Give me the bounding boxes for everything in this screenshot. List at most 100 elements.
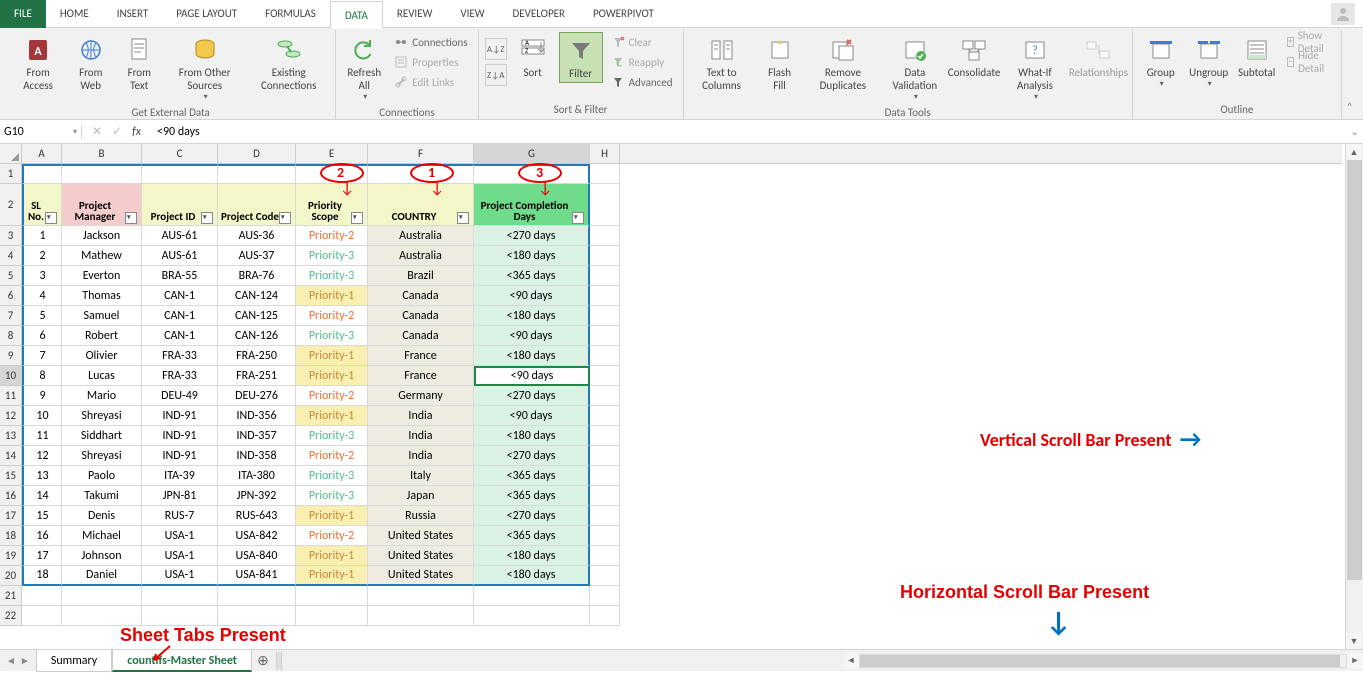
row-header[interactable]: 19	[0, 546, 22, 566]
cell[interactable]: 9	[22, 386, 62, 406]
cell[interactable]: JPN-81	[142, 486, 218, 506]
properties-button[interactable]: Properties	[390, 52, 471, 72]
cell[interactable]	[22, 586, 62, 606]
flash-fill-button[interactable]: Flash Fill	[758, 32, 802, 94]
col-header-E[interactable]: E	[296, 144, 368, 163]
cell[interactable]	[368, 606, 474, 626]
cell[interactable]	[62, 164, 142, 184]
cell[interactable]: JPN-392	[218, 486, 296, 506]
cell[interactable]: Germany	[368, 386, 474, 406]
cell[interactable]: India	[368, 406, 474, 426]
cell[interactable]: United States	[368, 566, 474, 586]
cell[interactable]: USA-842	[218, 526, 296, 546]
cell[interactable]	[590, 606, 620, 626]
row-header[interactable]: 4	[0, 246, 22, 266]
cell[interactable]: Mario	[62, 386, 142, 406]
cell[interactable]	[590, 586, 620, 606]
cell[interactable]: Samuel	[62, 306, 142, 326]
row-header[interactable]: 14	[0, 446, 22, 466]
cell[interactable]: Australia	[368, 226, 474, 246]
subtotal-button[interactable]: Subtotal	[1235, 32, 1279, 81]
cell[interactable]: Priority-3	[296, 486, 368, 506]
cell[interactable]: RUS-643	[218, 506, 296, 526]
pagelayout-tab[interactable]: PAGE LAYOUT	[162, 0, 251, 28]
from-web-button[interactable]: From Web	[68, 32, 113, 94]
cell[interactable]: Priority-2	[296, 446, 368, 466]
cell[interactable]: ITA-380	[218, 466, 296, 486]
row-header[interactable]: 2	[0, 184, 22, 226]
cell[interactable]: Siddhart	[62, 426, 142, 446]
filter-dropdown-icon[interactable]	[572, 212, 584, 224]
cell[interactable]: Priority-1	[296, 566, 368, 586]
row-header[interactable]: 3	[0, 226, 22, 246]
filter-dropdown-icon[interactable]	[351, 212, 363, 224]
cell[interactable]: BRA-55	[142, 266, 218, 286]
cell[interactable]: <270 days	[474, 506, 590, 526]
cell[interactable]: Priority-2	[296, 526, 368, 546]
cell[interactable]: RUS-7	[142, 506, 218, 526]
cell[interactable]: CAN-1	[142, 286, 218, 306]
cell[interactable]	[22, 606, 62, 626]
row-header[interactable]: 11	[0, 386, 22, 406]
filter-button[interactable]: Filter	[559, 32, 603, 83]
cell[interactable]: AUS-36	[218, 226, 296, 246]
col-header-H[interactable]: H	[590, 144, 620, 163]
cell[interactable]	[218, 606, 296, 626]
cell[interactable]	[62, 586, 142, 606]
vscroll-track[interactable]	[1346, 160, 1363, 633]
cell[interactable]: Canada	[368, 306, 474, 326]
refresh-all-button[interactable]: Refresh All	[342, 32, 386, 104]
consolidate-button[interactable]: Consolidate	[949, 32, 998, 81]
cell[interactable]: Australia	[368, 246, 474, 266]
cell[interactable]: Priority-1	[296, 546, 368, 566]
cell[interactable]	[474, 164, 590, 184]
sort-za-button[interactable]: Z↓A	[485, 64, 507, 86]
cell[interactable]: France	[368, 346, 474, 366]
existing-connections-button[interactable]: Existing Connections	[248, 32, 329, 94]
cell[interactable]: COUNTRY	[368, 184, 474, 226]
cell[interactable]: <180 days	[474, 346, 590, 366]
cell[interactable]: Thomas	[62, 286, 142, 306]
cell[interactable]: Canada	[368, 286, 474, 306]
cell[interactable]	[590, 466, 620, 486]
cell[interactable]	[590, 446, 620, 466]
row-header[interactable]: 10	[0, 366, 22, 386]
cell[interactable]	[590, 184, 620, 226]
cell[interactable]: USA-1	[142, 546, 218, 566]
cell[interactable]: Italy	[368, 466, 474, 486]
filter-dropdown-icon[interactable]	[125, 212, 137, 224]
scroll-right-icon[interactable]: ►	[1347, 653, 1363, 669]
cell[interactable]: 17	[22, 546, 62, 566]
sort-button[interactable]: AZSort	[511, 32, 555, 81]
cell[interactable]: Michael	[62, 526, 142, 546]
cell[interactable]	[590, 546, 620, 566]
cell[interactable]	[590, 566, 620, 586]
remove-duplicates-button[interactable]: Remove Duplicates	[806, 32, 881, 94]
cell[interactable]: Project ID	[142, 184, 218, 226]
cell[interactable]	[590, 486, 620, 506]
cell[interactable]: <90 days	[474, 366, 590, 386]
cell[interactable]: 16	[22, 526, 62, 546]
cell[interactable]: 4	[22, 286, 62, 306]
cell[interactable]: 18	[22, 566, 62, 586]
row-header[interactable]: 7	[0, 306, 22, 326]
col-header-C[interactable]: C	[142, 144, 218, 163]
cell[interactable]: <180 days	[474, 246, 590, 266]
cell[interactable]: <90 days	[474, 286, 590, 306]
reapply-button[interactable]: Reapply	[607, 52, 677, 72]
cell[interactable]	[368, 164, 474, 184]
cell[interactable]: Shreyasi	[62, 446, 142, 466]
edit-links-button[interactable]: Edit Links	[390, 72, 471, 92]
scroll-left-icon[interactable]: ◄	[843, 653, 859, 669]
cell[interactable]: IND-91	[142, 426, 218, 446]
cell[interactable]	[218, 164, 296, 184]
connections-button[interactable]: Connections	[390, 32, 471, 52]
insert-tab[interactable]: INSERT	[103, 0, 163, 28]
cell[interactable]: <365 days	[474, 486, 590, 506]
cell[interactable]: 14	[22, 486, 62, 506]
hide-detail-button[interactable]: −Hide Detail	[1283, 52, 1335, 72]
cell[interactable]: Daniel	[62, 566, 142, 586]
row-header[interactable]: 12	[0, 406, 22, 426]
cell[interactable]: Project Completion Days	[474, 184, 590, 226]
cell[interactable]: Takumi	[62, 486, 142, 506]
